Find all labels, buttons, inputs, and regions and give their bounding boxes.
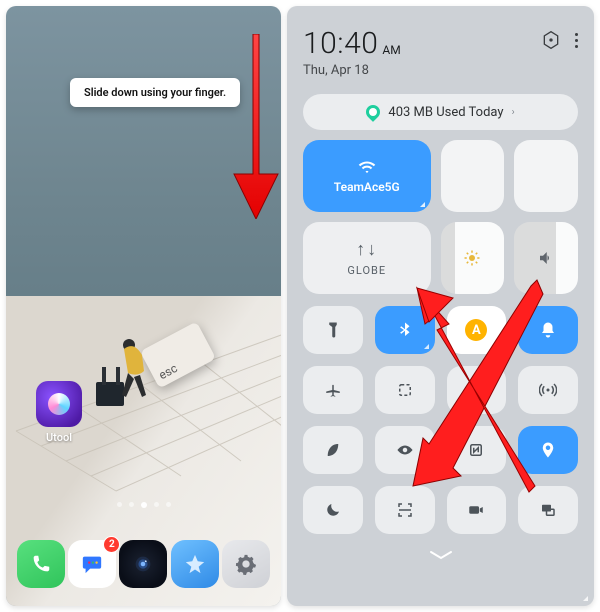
wifi-label: TeamAce5G bbox=[334, 180, 400, 194]
messages-badge: 2 bbox=[103, 536, 120, 553]
toggle-screen-record[interactable] bbox=[447, 486, 507, 534]
brightness-slider[interactable] bbox=[441, 222, 505, 294]
toggle-hotspot[interactable] bbox=[518, 366, 578, 414]
nfc-icon bbox=[467, 441, 485, 459]
screenshot-icon bbox=[396, 381, 414, 399]
toggle-scan[interactable] bbox=[375, 486, 435, 534]
toggle-nfc[interactable] bbox=[447, 426, 507, 474]
cast-icon bbox=[539, 501, 557, 519]
leaf-icon bbox=[324, 441, 342, 459]
hotspot-icon bbox=[539, 381, 557, 399]
instruction-tooltip: Slide down using your finger. bbox=[70, 78, 240, 107]
volume-fill bbox=[514, 222, 555, 294]
data-arrows-icon: ↑↓ bbox=[356, 239, 377, 260]
airplane-icon bbox=[324, 381, 342, 399]
toggle-location[interactable] bbox=[518, 426, 578, 474]
bluetooth-icon bbox=[396, 321, 414, 339]
expand-indicator bbox=[424, 344, 429, 349]
annotation-arrow-down bbox=[226, 34, 281, 219]
dock-app-settings[interactable] bbox=[222, 540, 270, 588]
dot-icon bbox=[575, 45, 578, 48]
scan-icon bbox=[396, 501, 414, 519]
record-icon bbox=[467, 501, 485, 519]
dock: 2 bbox=[6, 540, 281, 588]
data-usage-pill[interactable]: 403 MB Used Today › bbox=[303, 94, 578, 130]
tooltip-text: Slide down using your finger. bbox=[84, 86, 226, 99]
toggle-bluetooth[interactable] bbox=[375, 306, 435, 354]
page-dot[interactable] bbox=[129, 502, 134, 507]
brightness-icon bbox=[463, 249, 481, 267]
auto-rotate-icon: A bbox=[465, 319, 487, 341]
wifi-tile[interactable]: TeamAce5G bbox=[303, 140, 431, 212]
hex-gear-icon bbox=[541, 30, 561, 50]
page-dot-active[interactable] bbox=[141, 502, 147, 508]
volume-top-tile[interactable] bbox=[514, 140, 578, 212]
toggle-vibrate[interactable] bbox=[447, 366, 507, 414]
clock-time: 10:40 bbox=[303, 26, 378, 61]
chevron-down-icon bbox=[427, 549, 455, 561]
toggle-power-saver[interactable] bbox=[303, 426, 363, 474]
brightness-top-tile[interactable] bbox=[441, 140, 505, 212]
gear-icon bbox=[235, 553, 257, 575]
data-usage-text: 403 MB Used Today bbox=[388, 105, 503, 120]
clock-ampm: AM bbox=[382, 43, 400, 61]
gallery-icon bbox=[184, 553, 206, 575]
dock-app-gallery[interactable] bbox=[171, 540, 219, 588]
wallpaper-character bbox=[94, 337, 154, 411]
clock-date: Thu, Apr 18 bbox=[303, 63, 401, 78]
panel-expand-handle[interactable] bbox=[427, 546, 455, 558]
page-dot[interactable] bbox=[154, 502, 159, 507]
toggle-eye-comfort[interactable] bbox=[375, 426, 435, 474]
location-icon bbox=[539, 441, 557, 459]
quick-settings-panel[interactable]: 10:40 AM Thu, Apr 18 403 MB Used Today ›… bbox=[287, 6, 594, 606]
wifi-icon bbox=[358, 158, 376, 176]
home-screen[interactable]: Slide down using your finger. esc Utool bbox=[6, 6, 281, 606]
clock-block[interactable]: 10:40 AM Thu, Apr 18 bbox=[303, 26, 401, 78]
dock-app-phone[interactable] bbox=[17, 540, 65, 588]
phone-icon bbox=[30, 553, 52, 575]
toggle-notifications[interactable] bbox=[518, 306, 578, 354]
dot-icon bbox=[575, 39, 578, 42]
dock-app-camera[interactable] bbox=[119, 540, 167, 588]
volume-slider[interactable] bbox=[514, 222, 578, 294]
toggle-grid: A bbox=[303, 306, 578, 534]
expand-indicator bbox=[583, 596, 588, 601]
flashlight-icon bbox=[324, 321, 342, 339]
page-dot[interactable] bbox=[166, 502, 171, 507]
settings-hex-button[interactable] bbox=[541, 30, 561, 50]
dot-icon bbox=[575, 33, 578, 36]
vibrate-icon bbox=[467, 381, 485, 399]
chevron-right-icon: › bbox=[512, 107, 515, 118]
page-indicator[interactable] bbox=[6, 502, 281, 508]
toggle-airplane[interactable] bbox=[303, 366, 363, 414]
brightness-fill bbox=[441, 222, 455, 294]
utool-icon bbox=[36, 381, 82, 427]
app-icon-utool[interactable]: Utool bbox=[36, 381, 82, 444]
more-menu-button[interactable] bbox=[575, 33, 578, 48]
eye-icon bbox=[396, 441, 414, 459]
dock-app-messages[interactable]: 2 bbox=[68, 540, 116, 588]
moon-icon bbox=[324, 501, 342, 519]
bell-icon bbox=[539, 321, 557, 339]
page-dot[interactable] bbox=[117, 502, 122, 507]
toggle-do-not-disturb[interactable] bbox=[303, 486, 363, 534]
mobile-data-tile[interactable]: ↑↓ GLOBE bbox=[303, 222, 431, 294]
utool-label: Utool bbox=[46, 431, 72, 444]
messages-icon bbox=[81, 553, 103, 575]
camera-icon bbox=[132, 553, 154, 575]
droplet-icon bbox=[364, 102, 384, 122]
mobile-data-label: GLOBE bbox=[347, 264, 386, 277]
toggle-flashlight[interactable] bbox=[303, 306, 363, 354]
esc-label: esc bbox=[156, 361, 179, 382]
qs-header: 10:40 AM Thu, Apr 18 bbox=[303, 26, 578, 78]
toggle-cast[interactable] bbox=[518, 486, 578, 534]
toggle-screenshot[interactable] bbox=[375, 366, 435, 414]
toggle-auto-rotate[interactable]: A bbox=[447, 306, 507, 354]
expand-indicator bbox=[420, 202, 425, 207]
